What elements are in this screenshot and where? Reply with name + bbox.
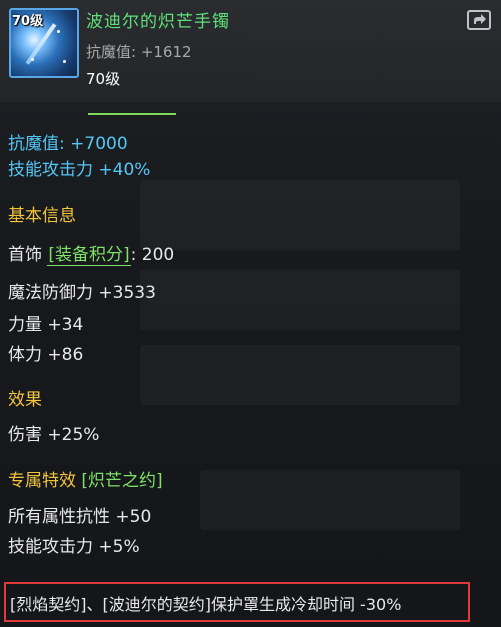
bonus-stat: 技能攻击力 +40% bbox=[8, 160, 151, 180]
bonus-stat: 抗魔值: +7000 bbox=[8, 134, 128, 154]
item-level-tag: 70级 bbox=[12, 14, 44, 29]
basic-stat: 体力 +86 bbox=[8, 345, 84, 365]
share-button[interactable] bbox=[467, 10, 491, 30]
special-title: 专属特效 bbox=[8, 471, 76, 491]
equipment-score-row: 首饰 [装备积分]: 200 bbox=[8, 240, 174, 266]
background-ui bbox=[140, 270, 460, 330]
item-resist-value: 抗魔值: +1612 bbox=[86, 43, 192, 61]
equipment-score-link[interactable]: [装备积分] bbox=[47, 240, 131, 266]
background-ui bbox=[140, 180, 460, 250]
section-title-effect: 效果 bbox=[8, 390, 42, 410]
effect-line: 伤害 +25% bbox=[8, 425, 100, 445]
basic-stat: 魔法防御力 +3533 bbox=[8, 283, 156, 303]
background-ui bbox=[200, 470, 460, 530]
slot-label: 首饰 bbox=[8, 245, 42, 265]
item-name: 波迪尔的炽芒手镯 bbox=[86, 12, 230, 32]
divider bbox=[88, 113, 176, 115]
section-title-special: 专属特效 [炽芒之约] bbox=[8, 466, 163, 491]
item-required-level: 70级 bbox=[86, 70, 121, 88]
special-line: 技能攻击力 +5% bbox=[8, 537, 140, 557]
basic-stat: 力量 +34 bbox=[8, 315, 84, 335]
equipment-score-value: : 200 bbox=[130, 245, 175, 265]
tooltip-header: 70级 波迪尔的炽芒手镯 抗魔值: +1612 70级 bbox=[0, 0, 501, 102]
special-tag: [炽芒之约] bbox=[81, 471, 163, 491]
background-ui bbox=[140, 345, 460, 405]
highlight-text: [烈焰契约]、[波迪尔的契约]保护罩生成冷却时间 -30% bbox=[10, 595, 402, 614]
section-title-basic-info: 基本信息 bbox=[8, 206, 76, 226]
special-line: 所有属性抗性 +50 bbox=[8, 507, 152, 527]
share-icon bbox=[474, 14, 486, 24]
item-tooltip: 70级 波迪尔的炽芒手镯 抗魔值: +1612 70级 抗魔值: +7000 技… bbox=[0, 0, 501, 627]
